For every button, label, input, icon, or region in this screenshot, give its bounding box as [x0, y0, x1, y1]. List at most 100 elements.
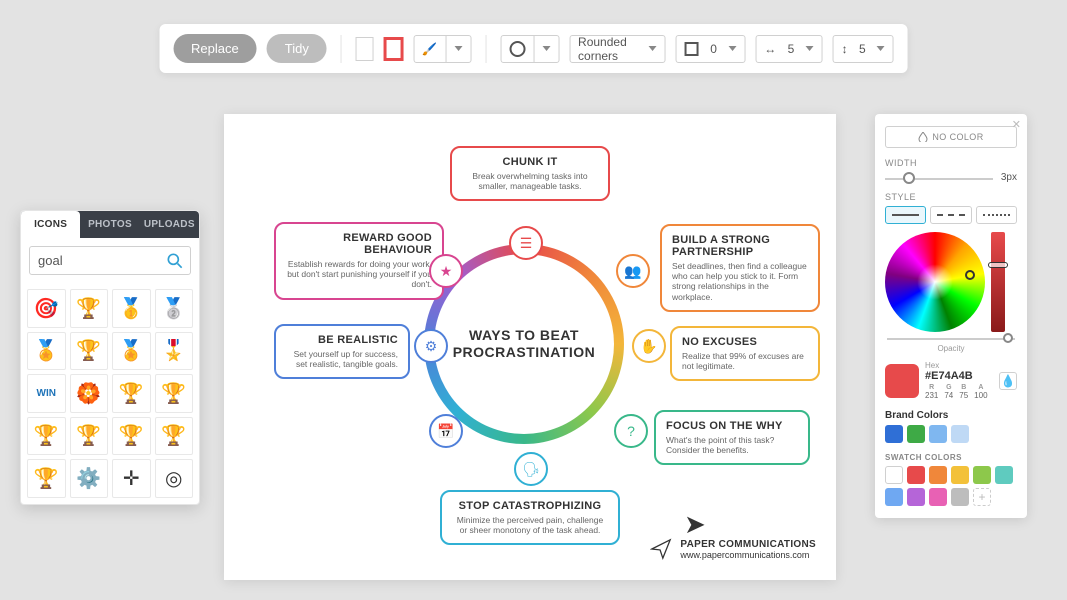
spoke-icon-excuses[interactable]: ✋ — [632, 329, 666, 363]
fill-color-swatch[interactable] — [356, 37, 374, 61]
swatch-color[interactable] — [907, 488, 925, 506]
hue-slider[interactable] — [991, 232, 1005, 332]
width-display: 3px — [1001, 172, 1017, 183]
line-style-dotted[interactable] — [976, 206, 1017, 224]
card-reward[interactable]: REWARD GOOD BEHAVIOUREstablish rewards f… — [274, 222, 444, 300]
swatch-color[interactable] — [995, 466, 1013, 484]
corners-dropdown[interactable]: Rounded corners — [569, 35, 666, 63]
rgba-r: 231 — [925, 391, 938, 400]
replace-button[interactable]: Replace — [173, 34, 257, 63]
card-partner[interactable]: BUILD A STRONG PARTNERSHIP Set deadlines,… — [660, 224, 820, 312]
swatch-color[interactable] — [885, 466, 903, 484]
icon-target[interactable]: 🎯 — [27, 289, 66, 328]
hex-value[interactable]: #E74A4B — [925, 370, 993, 382]
icon-trophy-mini[interactable]: 🏅 — [27, 332, 66, 371]
tidy-button[interactable]: Tidy — [267, 34, 327, 63]
card-stop[interactable]: STOP CATASTROPHIZINGMinimize the perceiv… — [440, 490, 620, 545]
paint-roller-icon: 🖌️ — [422, 42, 437, 56]
icon-podium[interactable]: 🥇 — [112, 289, 151, 328]
card-excuses[interactable]: NO EXCUSESRealize that 99% of excuses ar… — [670, 326, 820, 381]
card-title: BUILD A STRONG PARTNERSHIP — [672, 234, 808, 258]
paint-tool-dropdown[interactable]: 🖌️ — [413, 35, 471, 63]
design-canvas[interactable]: WAYS TO BEATPROCRASTINATION CHUNK ITBrea… — [224, 114, 836, 580]
tab-uploads[interactable]: UPLOADS — [140, 211, 199, 238]
brand-swatch[interactable] — [907, 425, 925, 443]
icon-trophy-1[interactable]: 🏆 — [155, 417, 194, 456]
spoke-icon-chunk[interactable]: ☰ — [509, 226, 543, 260]
color-wheel[interactable] — [885, 232, 985, 332]
icon-trophy-tall[interactable]: 🏆 — [27, 417, 66, 456]
spoke-icon-realistic[interactable]: ⚙ — [414, 329, 448, 363]
width-slider[interactable]: 3px — [885, 172, 1017, 186]
swatch-color[interactable] — [951, 466, 969, 484]
icon-gear[interactable]: ⚙️ — [70, 459, 109, 498]
border-width-dropdown[interactable]: 0 — [676, 35, 745, 63]
icon-crosshair[interactable]: ✛ — [112, 459, 151, 498]
shape-dropdown[interactable] — [500, 35, 559, 63]
icon-podium-color[interactable]: 🏅 — [112, 332, 151, 371]
swatch-colors-title: SWATCH COLORS — [885, 453, 1017, 462]
current-color-swatch — [885, 364, 919, 398]
icon-trophy-gold[interactable]: 🏆 — [70, 289, 109, 328]
card-focus[interactable]: FOCUS ON THE WHYWhat's the point of this… — [654, 410, 810, 465]
icon-target-orange[interactable]: ◎ — [155, 459, 194, 498]
opacity-slider[interactable] — [887, 338, 1015, 340]
card-body: Set deadlines, then find a colleague who… — [672, 261, 808, 302]
hex-label: Hex — [925, 361, 993, 370]
brand-swatch[interactable] — [951, 425, 969, 443]
swatch-color[interactable] — [929, 466, 947, 484]
swatch-color[interactable] — [907, 466, 925, 484]
eyedropper-button[interactable]: 💧 — [999, 372, 1017, 390]
icon-win-text[interactable]: WIN — [27, 374, 66, 413]
brand-footer: PAPER COMMUNICATIONS www.papercommunicat… — [650, 538, 816, 560]
icon-win-badge[interactable]: 🏵️ — [70, 374, 109, 413]
card-body: Set yourself up for success, set realist… — [286, 349, 398, 369]
toolbar: Replace Tidy 🖌️ Rounded corners 0 ↔ 5 ↕ … — [159, 24, 908, 73]
spoke-icon-partner[interactable]: 👥 — [616, 254, 650, 288]
brand-url: www.papercommunications.com — [680, 550, 816, 560]
card-title: FOCUS ON THE WHY — [666, 420, 798, 432]
icon-trophy-dark[interactable]: 🏆 — [112, 417, 151, 456]
brand-swatch[interactable] — [885, 425, 903, 443]
card-realistic[interactable]: BE REALISTIC Set yourself up for success,… — [274, 324, 410, 379]
icon-trophy-gray-2[interactable]: 🏆 — [155, 374, 194, 413]
width-stepper[interactable]: ↔ 5 — [755, 35, 822, 63]
close-button[interactable]: ✕ — [1012, 118, 1021, 131]
spoke-icon-stop[interactable]: 🗣 — [514, 452, 548, 486]
height-stepper[interactable]: ↕ 5 — [833, 35, 894, 63]
card-title: CHUNK IT — [462, 156, 598, 168]
line-style-dashed[interactable] — [930, 206, 971, 224]
width-arrows-icon: ↔ — [764, 42, 776, 56]
swatch-color[interactable] — [973, 466, 991, 484]
spoke-icon-calendar[interactable]: 📅 — [429, 414, 463, 448]
spoke-icon-focus[interactable]: ? — [614, 414, 648, 448]
height-arrows-icon: ↕ — [842, 42, 848, 56]
icon-trophy-handles[interactable]: 🏆 — [70, 417, 109, 456]
line-style-solid[interactable] — [885, 206, 926, 224]
icons-panel: ICONS PHOTOS UPLOADS 🎯🏆🥇🥈🏅🏆🏅🎖️WIN🏵️🏆🏆🏆🏆🏆… — [20, 210, 200, 505]
icon-trophy-cup[interactable]: 🏆 — [27, 459, 66, 498]
swatch-color[interactable] — [885, 488, 903, 506]
tab-icons[interactable]: ICONS — [21, 211, 80, 238]
search-icon[interactable] — [165, 251, 185, 271]
icon-trophy-gray-1[interactable]: 🏆 — [112, 374, 151, 413]
card-title: STOP CATASTROPHIZING — [452, 500, 608, 512]
chevron-down-icon — [454, 46, 462, 51]
center-text: WAYS TO BEATPROCRASTINATION — [434, 254, 614, 434]
card-title: BE REALISTIC — [286, 334, 398, 346]
add-swatch-button[interactable]: + — [973, 488, 991, 506]
spoke-icon-reward[interactable]: ★ — [429, 254, 463, 288]
stroke-color-swatch[interactable] — [384, 37, 403, 61]
swatch-color[interactable] — [951, 488, 969, 506]
card-chunk[interactable]: CHUNK ITBreak overwhelming tasks into sm… — [450, 146, 610, 201]
no-color-button[interactable]: NO COLOR — [885, 126, 1017, 148]
swatch-color[interactable] — [929, 488, 947, 506]
icon-medal-bw[interactable]: 🥈 — [155, 289, 194, 328]
tab-photos[interactable]: PHOTOS — [80, 211, 139, 238]
rounded-corners-label: Rounded corners — [578, 35, 637, 63]
icon-cup-gold[interactable]: 🏆 — [70, 332, 109, 371]
brand-name: PAPER COMMUNICATIONS — [680, 539, 816, 550]
icon-ribbon-1[interactable]: 🎖️ — [155, 332, 194, 371]
width-value: 5 — [788, 42, 795, 56]
brand-swatch[interactable] — [929, 425, 947, 443]
